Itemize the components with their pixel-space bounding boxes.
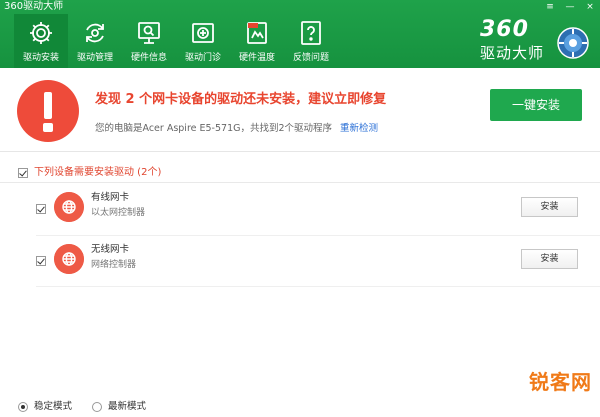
section-header-label: 下列设备需要安装驱动 (2个) <box>34 167 162 178</box>
brand-name: 驱动大师 <box>480 44 545 62</box>
list-item: 有线网卡 以太网控制器 安装 <box>0 190 600 228</box>
refresh-icon <box>86 23 104 43</box>
medical-kit-icon <box>192 23 214 43</box>
one-click-install-button[interactable]: 一键安装 <box>490 89 582 121</box>
monitor-icon <box>138 22 160 44</box>
title-bar: 360驱动大师 ≡ — × <box>0 0 600 14</box>
nav-label: 硬件温度 <box>238 53 275 63</box>
network-card-icon <box>54 244 84 274</box>
device-description: 以太网控制器 <box>91 208 146 218</box>
divider <box>36 286 600 287</box>
main-nav: 驱动安装 驱动管理 硬件信息 驱动门诊 硬件温度 反馈问题 <box>14 14 338 68</box>
divider <box>36 235 600 236</box>
device-checkbox[interactable] <box>36 204 46 214</box>
minimize-icon[interactable]: — <box>564 2 576 12</box>
menu-icon[interactable]: ≡ <box>544 2 556 12</box>
select-all-checkbox[interactable] <box>18 168 28 178</box>
device-name: 无线网卡 <box>91 244 130 255</box>
nav-driver-install[interactable]: 驱动安装 <box>14 14 68 68</box>
driver-list-section: 下列设备需要安装驱动 (2个) 有线网卡 以太网控制器 安装 无线网卡 网络控制… <box>0 152 600 292</box>
divider <box>0 182 600 183</box>
app-title: 360驱动大师 <box>4 1 64 12</box>
brand-logo: 360 驱动大师 <box>480 17 560 63</box>
device-name: 有线网卡 <box>91 192 130 203</box>
nav-label: 驱动安装 <box>22 53 59 63</box>
nav-driver-clinic[interactable]: 驱动门诊 <box>176 14 230 68</box>
list-item: 无线网卡 网络控制器 安装 <box>0 242 600 280</box>
nav-hardware-info[interactable]: 硬件信息 <box>122 14 176 68</box>
gear-icon <box>30 22 52 44</box>
device-description: 网络控制器 <box>91 260 137 270</box>
scan-result-banner: 发现 2 个网卡设备的驱动还未安装，建议立即修复 您的电脑是Acer Aspir… <box>0 68 600 152</box>
question-icon <box>301 21 321 45</box>
alert-icon <box>17 80 79 142</box>
section-header: 下列设备需要安装驱动 (2个) <box>18 166 161 180</box>
nav-label: 硬件信息 <box>130 53 167 63</box>
brand-number: 360 <box>480 17 529 42</box>
install-mode-bar: 稳定模式 最新模式 <box>0 392 600 417</box>
nav-driver-manage[interactable]: 驱动管理 <box>68 14 122 68</box>
nav-label: 反馈问题 <box>292 53 329 63</box>
rescan-link[interactable]: 重新检测 <box>340 123 378 134</box>
close-icon[interactable]: × <box>584 2 596 12</box>
header-bar: 360驱动大师 ≡ — × 驱动安装 驱动管理 硬件信息 驱动门诊 硬件温度 反… <box>0 0 600 68</box>
window-controls: ≡ — × <box>544 2 596 12</box>
driver-master-logo-icon <box>557 27 589 59</box>
latest-mode-label: 最新模式 <box>108 401 147 412</box>
stable-mode-radio[interactable] <box>18 402 28 412</box>
watermark: 锐客网 <box>529 370 592 394</box>
device-checkbox[interactable] <box>36 256 46 266</box>
thermometer-icon <box>247 22 267 44</box>
computer-model-text: 您的电脑是Acer Aspire E5-571G，共找到2个驱动程序 <box>95 123 333 134</box>
nav-feedback[interactable]: 反馈问题 <box>284 14 338 68</box>
install-button[interactable]: 安装 <box>521 197 578 217</box>
install-button[interactable]: 安装 <box>521 249 578 269</box>
alert-title: 发现 2 个网卡设备的驱动还未安装，建议立即修复 <box>95 92 387 107</box>
network-card-icon <box>54 192 84 222</box>
alert-subtitle: 您的电脑是Acer Aspire E5-571G，共找到2个驱动程序 重新检测 <box>95 123 378 135</box>
latest-mode-radio[interactable] <box>92 402 102 412</box>
nav-label: 驱动管理 <box>76 53 113 63</box>
stable-mode-label: 稳定模式 <box>34 401 73 412</box>
nav-hardware-temp[interactable]: 硬件温度 <box>230 14 284 68</box>
nav-label: 驱动门诊 <box>184 53 221 63</box>
